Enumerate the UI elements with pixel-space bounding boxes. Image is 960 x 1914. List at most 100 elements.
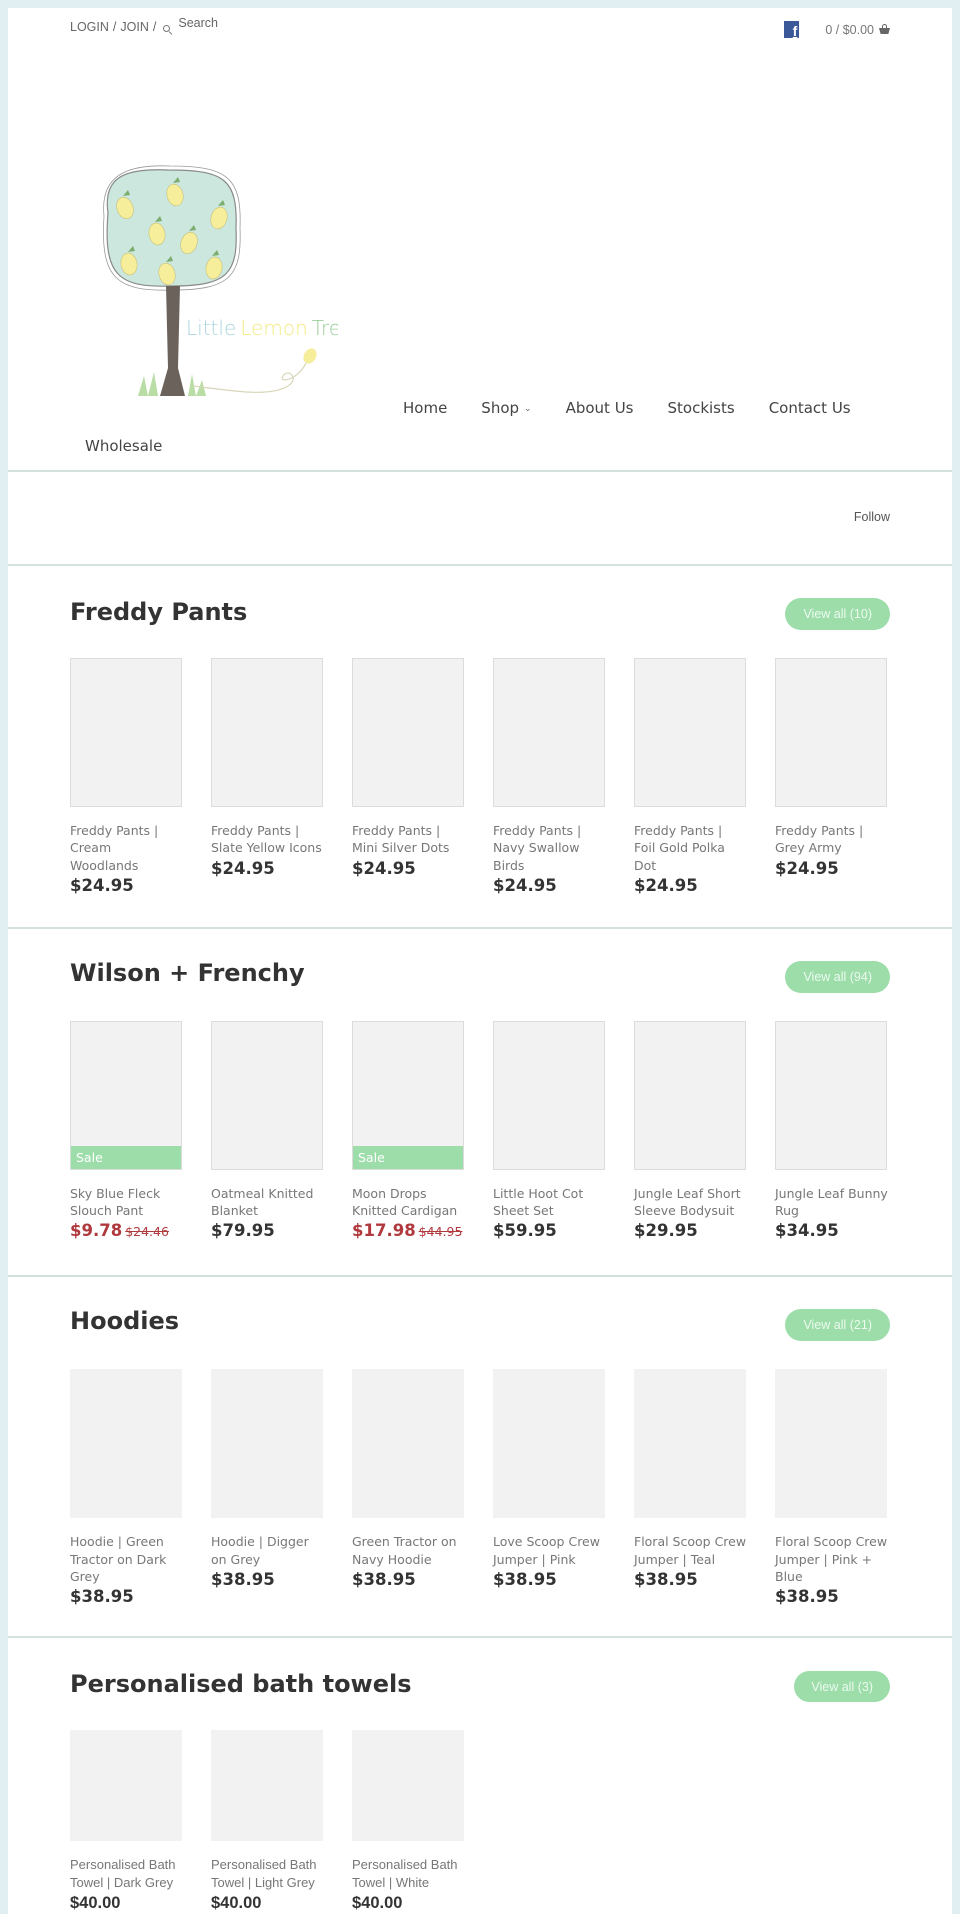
product-name: Jungle Leaf Short Sleeve Bodysuit (634, 1185, 741, 1219)
product-price: $38.95 (211, 1570, 275, 1590)
view-all-button[interactable]: View all (10) (785, 598, 890, 630)
product-grid: Sale Sky Blue Fleck Slouch Pant $9.78 $24… (8, 1020, 952, 1244)
nav-home[interactable]: Home (403, 399, 447, 417)
nav-stockists[interactable]: Stockists (668, 399, 735, 417)
collection-title: Personalised bath towels (70, 1670, 412, 1699)
view-all-button[interactable]: View all (3) (794, 1671, 890, 1703)
product-card[interactable]: Freddy Pants | Slate Yellow Icons $24.95 (211, 658, 324, 897)
collection-wilson-frenchy: Wilson + Frenchy View all (94) Sale Sky … (8, 929, 952, 1276)
product-price: $24.95 (352, 858, 416, 878)
product-card[interactable]: Sale Sky Blue Fleck Slouch Pant $9.78 $24… (70, 1020, 183, 1244)
product-image (211, 1730, 323, 1842)
separator: / (152, 20, 157, 34)
product-name: Freddy Pants | Foil Gold Polka Dot (634, 823, 725, 873)
product-card[interactable]: Freddy Pants | Grey Army $24.95 (775, 658, 888, 897)
product-card[interactable]: Personalised Bath Towel | Dark Grey $40.0… (70, 1730, 183, 1914)
product-image (493, 1020, 605, 1170)
product-price: $34.95 (775, 1221, 839, 1241)
facebook-icon[interactable]: f (784, 21, 800, 38)
view-all-button[interactable]: View all (94) (785, 960, 890, 993)
join-link[interactable]: JOIN (120, 20, 148, 34)
product-image (634, 1020, 746, 1170)
collection-header: Freddy Pants View all (10) (8, 566, 952, 658)
product-price: $38.95 (493, 1570, 557, 1590)
product-price: $29.95 (634, 1221, 698, 1241)
product-image (70, 1730, 182, 1842)
product-card[interactable]: Freddy Pants | Navy Swallow Birds $24.95 (493, 658, 606, 897)
product-name: Hoodie | Digger on Grey (211, 1534, 309, 1567)
cart-link[interactable]: 0 / $0.00 (825, 23, 890, 37)
product-card[interactable]: Freddy Pants | Foil Gold Polka Dot $24.95 (634, 658, 747, 897)
account-search-area: LOGIN / JOIN / (70, 16, 259, 36)
product-name: Freddy Pants | Mini Silver Dots (352, 823, 450, 856)
follow-band: Follow (8, 472, 952, 564)
product-card[interactable]: Floral Scoop Crew Jumper | Pink + Blue $3… (775, 1369, 888, 1608)
sale-price: $9.78 (70, 1221, 123, 1241)
product-card[interactable]: Hoodie | Green Tractor on Dark Grey $38.9… (70, 1369, 183, 1608)
product-price: $38.95 (352, 1570, 416, 1590)
product-card[interactable]: Personalised Bath Towel | White $40.00 (352, 1730, 465, 1914)
original-price: $24.46 (125, 1224, 169, 1240)
product-card[interactable]: Oatmeal Knitted Blanket $79.95 (211, 1020, 324, 1244)
product-image (352, 1369, 464, 1519)
collection-header: Hoodies View all (21) (8, 1277, 952, 1369)
product-card[interactable]: Freddy Pants | Cream Woodlands $24.95 (70, 658, 183, 897)
product-card[interactable]: Hoodie | Digger on Grey $38.95 (211, 1369, 324, 1608)
product-card[interactable]: Floral Scoop Crew Jumper | Teal $38.95 (634, 1369, 747, 1608)
product-image (775, 1020, 887, 1170)
product-image (634, 1369, 746, 1519)
cart-summary: 0 / $0.00 (825, 22, 874, 37)
nav-shop[interactable]: Shop ⌄ (481, 399, 531, 417)
product-card[interactable]: Personalised Bath Towel | Light Grey $40.… (211, 1730, 324, 1914)
product-price: $24.95 (211, 858, 275, 878)
product-grid: Personalised Bath Towel | Dark Grey $40.0… (8, 1730, 952, 1914)
nav-contact-us[interactable]: Contact Us (769, 399, 851, 417)
collection-title: Freddy Pants (70, 598, 248, 626)
nav-shop-label: Shop (481, 399, 520, 417)
product-image (211, 1020, 323, 1170)
product-image (211, 1369, 323, 1519)
product-image (493, 1369, 605, 1519)
product-price: $24.95 (775, 858, 839, 878)
product-card[interactable]: Love Scoop Crew Jumper | Pink $38.95 (493, 1369, 606, 1608)
top-bar: LOGIN / JOIN / f 0 / $0.00 (8, 8, 952, 48)
view-all-button[interactable]: View all (21) (785, 1309, 890, 1342)
original-price: $44.95 (418, 1224, 463, 1240)
login-link[interactable]: LOGIN (70, 20, 109, 34)
product-name: Oatmeal Knitted Blanket (211, 1185, 314, 1219)
product-name: Love Scoop Crew Jumper | Pink (493, 1534, 600, 1567)
product-price: $38.95 (70, 1587, 134, 1607)
product-price: $79.95 (211, 1221, 275, 1241)
page: LOGIN / JOIN / f 0 / $0.00 (8, 8, 952, 1914)
search-input[interactable] (178, 16, 259, 30)
product-name: Sky Blue Fleck Slouch Pant (70, 1185, 161, 1219)
product-card[interactable]: Jungle Leaf Bunny Rug $34.95 (775, 1020, 888, 1244)
product-image (352, 1730, 464, 1842)
product-card[interactable]: Jungle Leaf Short Sleeve Bodysuit $29.95 (634, 1020, 747, 1244)
product-name: Freddy Pants | Grey Army (775, 823, 864, 856)
collection-hoodies: Hoodies View all (21) Hoodie | Green Tra… (8, 1277, 952, 1636)
sale-badge: Sale (71, 1145, 181, 1169)
chevron-down-icon: ⌄ (524, 404, 532, 414)
search-icon[interactable] (162, 24, 174, 36)
basket-icon (879, 24, 890, 34)
product-price: $59.95 (493, 1221, 557, 1241)
product-price: $38.95 (775, 1587, 839, 1607)
product-name: Moon Drops Knitted Cardigan (352, 1185, 458, 1219)
product-card[interactable]: Sale Moon Drops Knitted Cardigan $17.98 $… (352, 1020, 465, 1244)
follow-link[interactable]: Follow (854, 510, 890, 524)
product-image (352, 658, 464, 807)
product-grid: Hoodie | Green Tractor on Dark Grey $38.9… (8, 1369, 952, 1608)
product-name: Floral Scoop Crew Jumper | Pink + Blue (775, 1534, 888, 1585)
product-price: $17.98 $44.95 (352, 1220, 465, 1243)
product-image (70, 1369, 182, 1519)
product-card[interactable]: Green Tractor on Navy Hoodie $38.95 (352, 1369, 465, 1608)
product-card[interactable]: Little Hoot Cot Sheet Set $59.95 (493, 1020, 606, 1244)
nav-about-us[interactable]: About Us (566, 399, 634, 417)
collection-header: Wilson + Frenchy View all (94) (8, 929, 952, 1021)
product-card[interactable]: Freddy Pants | Mini Silver Dots $24.95 (352, 658, 465, 897)
collection-freddy-pants: Freddy Pants View all (10) Freddy Pants … (8, 566, 952, 927)
nav-wholesale[interactable]: Wholesale (85, 437, 162, 455)
product-price: $40.00 (211, 1893, 262, 1912)
product-price: $40.00 (70, 1893, 121, 1912)
